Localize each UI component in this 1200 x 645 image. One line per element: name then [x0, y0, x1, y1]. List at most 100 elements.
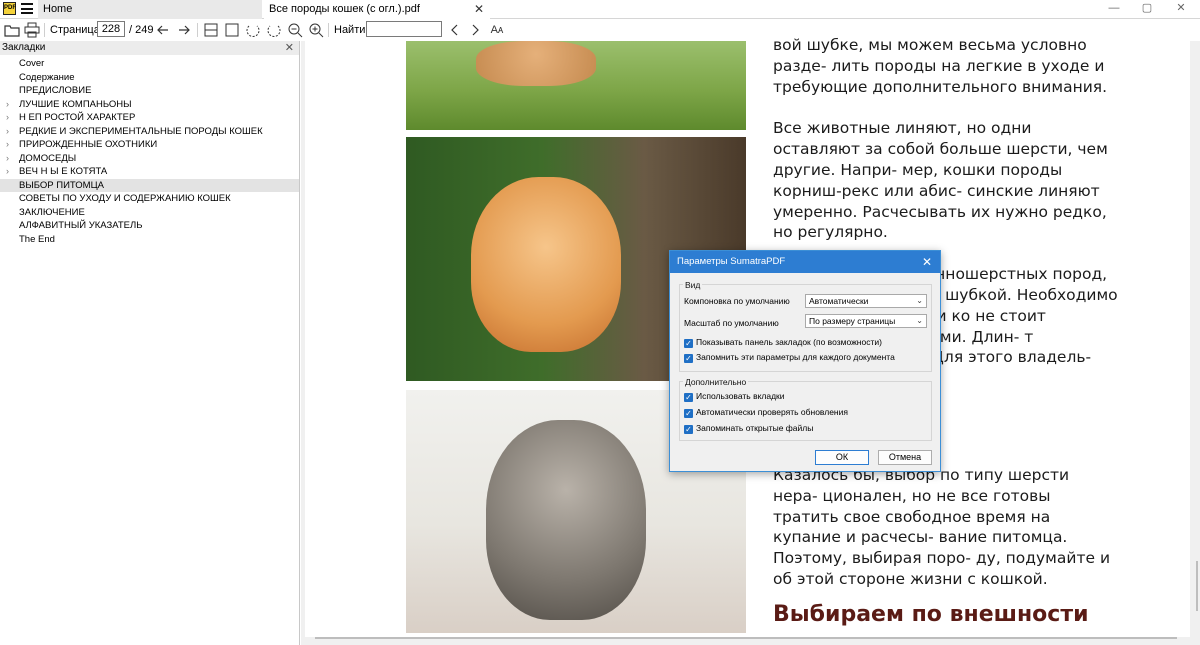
section-heading: Выбираем по внешности — [773, 602, 1089, 627]
chevron-down-icon: ⌄ — [916, 316, 923, 325]
maximize-button[interactable]: ▢ — [1134, 1, 1160, 17]
find-previous-icon[interactable] — [447, 22, 463, 38]
chevron-right-icon[interactable]: › — [6, 152, 9, 166]
kitten-photo-top — [406, 41, 746, 130]
print-icon[interactable] — [24, 22, 40, 38]
bookmark-item[interactable]: ПРЕДИСЛОВИЕ — [0, 84, 299, 98]
paragraph: Все животные линяют, но одни оставляют з… — [773, 119, 1108, 242]
sidebar-title: Закладки — [2, 42, 46, 53]
paragraph: вой шубке, мы можем весьма условно разде… — [773, 36, 1108, 96]
bookmark-label: ВЕЧ Н Ы Е КОТЯТА — [19, 166, 108, 177]
bookmark-label: ЛУЧШИЕ КОМПАНЬОНЫ — [19, 98, 132, 110]
bookmark-label: РЕДКИЕ И ЭКСПЕРИМЕНТАЛЬНЫЕ ПОРОДЫ КОШЕК — [19, 125, 263, 137]
toolbar-separator — [197, 23, 198, 37]
tab-document[interactable]: Все породы кошек (с огл.).pdf ✕ — [264, 0, 490, 19]
checkbox-label: Автоматически проверять обновления — [696, 407, 848, 417]
bookmark-label: The End — [19, 233, 55, 245]
bookmark-item[interactable]: › ЛУЧШИЕ КОМПАНЬОНЫ — [0, 98, 299, 112]
checkbox-checked-icon: ✓ — [684, 393, 693, 402]
tab-home[interactable]: Home — [38, 0, 262, 19]
page-text-column-lower: Казалось бы, выбор по типу шерсти нера- … — [773, 465, 1118, 611]
chevron-right-icon[interactable]: › — [6, 125, 9, 139]
bookmark-label: Н ЕП РОСТОЙ ХАРАКТЕР — [19, 112, 136, 123]
menu-icon[interactable] — [21, 3, 33, 14]
horizontal-scrollbar[interactable] — [315, 637, 1177, 639]
page-number-input[interactable]: 228 — [97, 21, 125, 37]
toolbar-separator — [328, 23, 329, 37]
checkbox-label: Запоминать открытые файлы — [696, 423, 814, 433]
zoom-out-icon[interactable] — [287, 22, 303, 38]
bookmark-item[interactable]: › РЕДКИЕ И ЭКСПЕРИМЕНТАЛЬНЫЕ ПОРОДЫ КОШЕК — [0, 125, 299, 139]
bookmark-item[interactable]: › ВЕЧ Н Ы Е КОТЯТА — [0, 165, 299, 179]
sumatra-window: PDF Home Все породы кошек (с огл.).pdf ✕… — [0, 0, 1200, 645]
bookmark-item[interactable]: Cover — [0, 57, 299, 71]
checkbox-checked-icon: ✓ — [684, 354, 693, 363]
bookmark-item[interactable]: ВЫБОР ПИТОМЦА — [0, 178, 299, 192]
group-extra-label: Дополнительно — [683, 377, 749, 387]
page-total: / 249 — [129, 24, 154, 36]
open-folder-icon[interactable] — [4, 22, 20, 38]
layout-select-value: Автоматически — [809, 296, 869, 306]
bookmark-item[interactable]: › ПРИРОЖДЕННЫЕ ОХОТНИКИ — [0, 138, 299, 152]
next-page-icon[interactable] — [176, 22, 192, 38]
checkbox-checked-icon: ✓ — [684, 425, 693, 434]
close-window-button[interactable]: ✕ — [1168, 1, 1194, 17]
bookmark-label: Содержание — [19, 71, 75, 83]
checkbox-use-tabs[interactable]: ✓ Использовать вкладки — [684, 391, 785, 402]
dialog-close-icon[interactable]: ✕ — [922, 251, 932, 273]
zoom-in-icon[interactable] — [308, 22, 324, 38]
single-page-icon[interactable] — [224, 22, 240, 38]
checkbox-label: Показывать панель закладок (по возможнос… — [696, 337, 882, 347]
previous-page-icon[interactable] — [155, 22, 171, 38]
chevron-right-icon[interactable]: › — [6, 111, 9, 125]
cancel-button[interactable]: Отмена — [878, 450, 932, 465]
chevron-down-icon: ⌄ — [916, 296, 923, 305]
tab-close-icon[interactable]: ✕ — [474, 0, 484, 18]
checkbox-show-bookmarks[interactable]: ✓ Показывать панель закладок (по возможно… — [684, 337, 882, 348]
chevron-right-icon[interactable]: › — [6, 138, 9, 152]
minimize-button[interactable]: — — [1101, 1, 1127, 17]
zoom-select-value: По размеру страницы — [809, 316, 896, 326]
bookmark-item[interactable]: The End — [0, 233, 299, 247]
tab-bar: PDF Home Все породы кошек (с огл.).pdf ✕… — [0, 0, 1200, 19]
checkbox-remember-params[interactable]: ✓ Запомнить эти параметры для каждого док… — [684, 352, 895, 363]
kitten-shape — [471, 177, 621, 352]
dialog-title-bar: Параметры SumatraPDF ✕ — [670, 251, 940, 273]
ok-button[interactable]: ОК — [815, 450, 869, 465]
checkbox-auto-update[interactable]: ✓ Автоматически проверять обновления — [684, 407, 848, 418]
bookmark-label: Cover — [19, 58, 45, 69]
bookmark-item[interactable]: › ДОМОСЕДЫ — [0, 152, 299, 166]
checkbox-label: Запомнить эти параметры для каждого доку… — [696, 352, 895, 362]
layout-label: Компоновка по умолчанию — [684, 296, 790, 306]
checkbox-remember-files[interactable]: ✓ Запоминать открытые файлы — [684, 423, 813, 434]
bookmark-item[interactable]: АЛФАВИТНЫЙ УКАЗАТЕЛЬ — [0, 219, 299, 233]
bookmark-item[interactable]: › Н ЕП РОСТОЙ ХАРАКТЕР — [0, 111, 299, 125]
checkbox-label: Использовать вкладки — [696, 391, 785, 401]
chevron-right-icon[interactable]: › — [6, 165, 9, 179]
layout-select[interactable]: Автоматически ⌄ — [805, 294, 927, 308]
toolbar-separator — [44, 23, 45, 37]
bookmark-label: ПРИРОЖДЕННЫЕ ОХОТНИКИ — [19, 139, 158, 150]
kitten-shape — [486, 420, 646, 620]
bookmark-item[interactable]: Содержание — [0, 71, 299, 85]
match-case-icon[interactable]: Aᴀ — [487, 22, 507, 38]
bookmark-item[interactable]: СОВЕТЫ ПО УХОДУ И СОДЕРЖАНИЮ КОШЕК — [0, 192, 299, 206]
app-logo[interactable]: PDF — [3, 2, 16, 15]
bookmark-item[interactable]: ЗАКЛЮЧЕНИЕ — [0, 206, 299, 220]
find-input[interactable] — [366, 21, 442, 37]
chevron-right-icon[interactable]: › — [6, 98, 9, 112]
bookmark-label: СОВЕТЫ ПО УХОДУ И СОДЕРЖАНИЮ КОШЕК — [19, 193, 231, 204]
paragraph: Казалось бы, выбор по типу шерсти нера- … — [773, 466, 1111, 588]
bookmark-list: Cover Содержание ПРЕДИСЛОВИЕ › ЛУЧШИЕ КОМПАН… — [0, 55, 299, 246]
bookmark-label: ЗАКЛЮЧЕНИЕ — [19, 206, 85, 218]
rotate-right-icon[interactable] — [266, 22, 282, 38]
rotate-left-icon[interactable] — [245, 22, 261, 38]
find-next-icon[interactable] — [467, 22, 483, 38]
continuous-layout-icon[interactable] — [203, 22, 219, 38]
settings-dialog: Параметры SumatraPDF ✕ Вид Компоновка по… — [669, 250, 941, 472]
bookmark-label: АЛФАВИТНЫЙ УКАЗАТЕЛЬ — [19, 220, 143, 231]
sidebar-close-icon[interactable]: ✕ — [285, 41, 294, 55]
group-view-label: Вид — [683, 280, 703, 290]
vertical-scrollbar[interactable] — [1196, 561, 1198, 611]
zoom-select[interactable]: По размеру страницы ⌄ — [805, 314, 927, 328]
